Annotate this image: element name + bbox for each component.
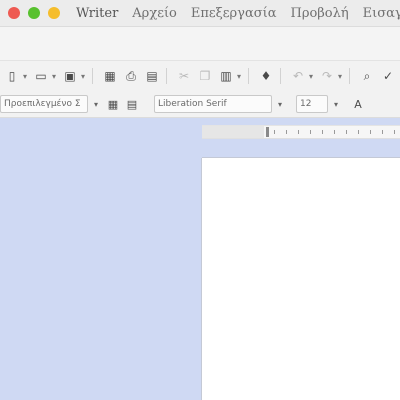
document-page[interactable] <box>202 158 400 400</box>
toolbar-separator <box>166 68 167 84</box>
ruler-tick <box>358 130 359 134</box>
ruler-tick <box>346 130 347 134</box>
open-folder-icon[interactable]: ▭ <box>32 67 50 85</box>
update-style-icon[interactable]: ▦ <box>105 96 121 112</box>
chevron-down-icon[interactable]: ▾ <box>235 72 243 81</box>
document-area <box>0 118 400 400</box>
ruler-tick <box>286 130 287 134</box>
horizontal-ruler[interactable] <box>202 125 400 139</box>
minimize-window-button[interactable] <box>48 7 60 19</box>
close-window-button[interactable] <box>8 7 20 19</box>
new-style-icon[interactable]: ▤ <box>124 96 140 112</box>
font-size-box[interactable]: 12 <box>296 95 328 113</box>
redo-icon[interactable]: ↷ <box>318 67 336 85</box>
copy-icon[interactable]: ❐ <box>196 67 214 85</box>
toolbar-spacer <box>0 27 400 60</box>
clone-formatting-icon[interactable]: ♦ <box>257 67 275 85</box>
menu-bar: Writer Αρχείο Επεξεργασία Προβολή Εισαγ <box>76 7 400 20</box>
font-name-value: Liberation Serif <box>158 99 227 109</box>
undo-icon[interactable]: ↶ <box>289 67 307 85</box>
menu-view[interactable]: Προβολή <box>290 7 348 20</box>
new-document-icon[interactable]: ▯ <box>3 67 21 85</box>
chevron-down-icon[interactable]: ▾ <box>79 72 87 81</box>
bold-icon[interactable]: A <box>350 96 366 112</box>
font-name-dropdown-icon[interactable]: ▾ <box>274 100 286 109</box>
toolbar-separator <box>92 68 93 84</box>
toolbar-separator <box>349 68 350 84</box>
zoom-window-button[interactable] <box>28 7 40 19</box>
print-icon[interactable]: ⎙ <box>122 67 140 85</box>
menu-insert[interactable]: Εισαγ <box>363 7 400 20</box>
font-size-dropdown-icon[interactable]: ▾ <box>330 100 342 109</box>
formatting-toolbar: Προεπιλεγμένο Σ ▾ ▦ ▤ Liberation Serif ▾… <box>0 91 400 118</box>
print-preview-icon[interactable]: ▤ <box>143 67 161 85</box>
standard-toolbar: ▯ ▾ ▭ ▾ ▣ ▾ ▦ ⎙ ▤ ✂ ❐ ▥ ▾ ♦ ↶ ▾ ↷ ▾ ⌕ ✓ <box>0 60 400 92</box>
save-icon[interactable]: ▣ <box>61 67 79 85</box>
chevron-down-icon[interactable]: ▾ <box>336 72 344 81</box>
title-bar: Writer Αρχείο Επεξεργασία Προβολή Εισαγ <box>0 0 400 27</box>
paragraph-style-dropdown-icon[interactable]: ▾ <box>90 100 102 109</box>
ruler-indent-marker[interactable] <box>266 127 269 137</box>
font-size-value: 12 <box>300 99 312 109</box>
ruler-tick <box>310 130 311 134</box>
ruler-tick <box>322 130 323 134</box>
menu-edit[interactable]: Επεξεργασία <box>191 7 277 20</box>
menu-file[interactable]: Αρχείο <box>132 7 177 20</box>
ruler-tick <box>298 130 299 134</box>
window-controls <box>8 7 60 19</box>
ruler-tick <box>334 130 335 134</box>
chevron-down-icon[interactable]: ▾ <box>21 72 29 81</box>
paragraph-style-box[interactable]: Προεπιλεγμένο Σ <box>0 95 88 113</box>
cut-icon[interactable]: ✂ <box>175 67 193 85</box>
chevron-down-icon[interactable]: ▾ <box>50 72 58 81</box>
toolbar-separator <box>280 68 281 84</box>
menu-app[interactable]: Writer <box>76 7 118 20</box>
toolbar-separator <box>248 68 249 84</box>
export-pdf-icon[interactable]: ▦ <box>101 67 119 85</box>
font-name-box[interactable]: Liberation Serif <box>154 95 272 113</box>
ruler-left-margin <box>202 126 264 138</box>
paste-icon[interactable]: ▥ <box>217 67 235 85</box>
ruler-tick <box>394 130 395 134</box>
chevron-down-icon[interactable]: ▾ <box>307 72 315 81</box>
find-replace-icon[interactable]: ⌕ <box>358 67 376 85</box>
ruler-tick <box>370 130 371 134</box>
paragraph-style-value: Προεπιλεγμένο Σ <box>4 99 81 109</box>
ruler-tick <box>382 130 383 134</box>
ruler-tick <box>274 130 275 134</box>
spelling-icon[interactable]: ✓ <box>379 67 397 85</box>
